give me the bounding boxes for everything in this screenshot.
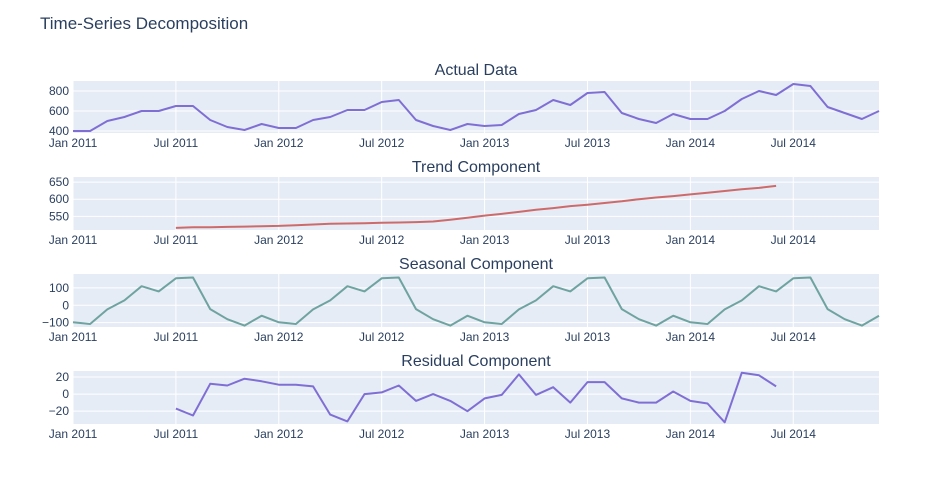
y-tick-label: 100 xyxy=(49,281,69,295)
panel-4: −20 0 20 Jan 2011 Jul 2011 Jan 2012 Jul 2012 Ja… xyxy=(49,353,879,441)
x-tick-label: Jul 2014 xyxy=(771,136,817,150)
y-tick-label: 800 xyxy=(49,84,69,98)
x-tick-label: Jul 2014 xyxy=(771,233,817,247)
x-tick-label: Jan 2014 xyxy=(666,427,716,441)
panel-3: −100 0 100 Jan 2011 Jul 2011 Jan 2012 Jul 2012… xyxy=(42,256,880,344)
x-tick-label: Jan 2011 xyxy=(49,330,98,344)
x-tick-label: Jan 2013 xyxy=(460,233,510,247)
x-tick-label: Jan 2012 xyxy=(254,427,304,441)
x-tick-label: Jul 2013 xyxy=(565,427,611,441)
x-tick-label: Jul 2013 xyxy=(565,330,611,344)
x-tick-label: Jul 2011 xyxy=(154,233,199,247)
x-tick-label: Jul 2014 xyxy=(771,427,817,441)
y-tick-label: 600 xyxy=(49,192,69,206)
figure: Time-Series Decomposition 400 600 800 Jan 2… xyxy=(0,0,938,481)
y-tick-label: 0 xyxy=(62,298,69,312)
panel-1: 400600800Jan 2011 Jul 2011 Jan 2012 Jul 201… xyxy=(49,62,880,150)
x-tick-label: Jul 2014 xyxy=(771,330,817,344)
subplot-title: Trend Component xyxy=(412,159,541,176)
x-tick-label: Jan 2014 xyxy=(666,330,716,344)
y-tick-label: −20 xyxy=(49,404,70,418)
x-tick-label: Jan 2012 xyxy=(254,330,304,344)
x-tick-label: Jan 2012 xyxy=(254,136,304,150)
x-tick-label: Jul 2011 xyxy=(154,330,199,344)
x-tick-label: Jul 2011 xyxy=(154,427,199,441)
y-tick-label: 20 xyxy=(56,370,70,384)
plot-area xyxy=(73,177,879,230)
y-tick-label: 550 xyxy=(49,209,69,223)
x-tick-label: Jul 2012 xyxy=(359,136,405,150)
x-tick-label: Jan 2011 xyxy=(49,427,98,441)
x-tick-label: Jan 2014 xyxy=(666,233,716,247)
subplot-title: Actual Data xyxy=(435,62,518,79)
y-tick-label: 0 xyxy=(62,387,69,401)
x-tick-label: Jan 2011 xyxy=(49,233,98,247)
x-tick-label: Jul 2013 xyxy=(565,233,611,247)
x-tick-label: Jul 2012 xyxy=(359,233,405,247)
subplot-title: Residual Component xyxy=(401,353,551,370)
x-tick-label: Jan 2013 xyxy=(460,136,510,150)
y-tick-label: −100 xyxy=(42,316,69,330)
x-tick-label: Jul 2012 xyxy=(359,427,405,441)
x-tick-label: Jul 2011 xyxy=(154,136,199,150)
x-tick-label: Jan 2013 xyxy=(460,330,510,344)
panel-2: 550 600 650 Jan 2011 Jul 2011 Jan 2012 Jul 201… xyxy=(49,159,879,247)
x-tick-label: Jul 2013 xyxy=(565,136,611,150)
x-tick-label: Jan 2014 xyxy=(666,136,716,150)
decomposition-chart: Time-Series Decomposition 400600800Jan 2… xyxy=(40,14,880,441)
chart-title: Time-Series Decomposition xyxy=(40,14,248,33)
y-tick-label: 650 xyxy=(49,175,69,189)
x-tick-label: Jan 2012 xyxy=(254,233,304,247)
subplot-title: Seasonal Component xyxy=(399,256,553,273)
y-tick-label: 600 xyxy=(49,104,69,118)
plot-area xyxy=(73,371,879,424)
x-tick-label: Jan 2013 xyxy=(460,427,510,441)
x-tick-label: Jul 2012 xyxy=(359,330,405,344)
x-tick-label: Jan 2011 xyxy=(49,136,98,150)
